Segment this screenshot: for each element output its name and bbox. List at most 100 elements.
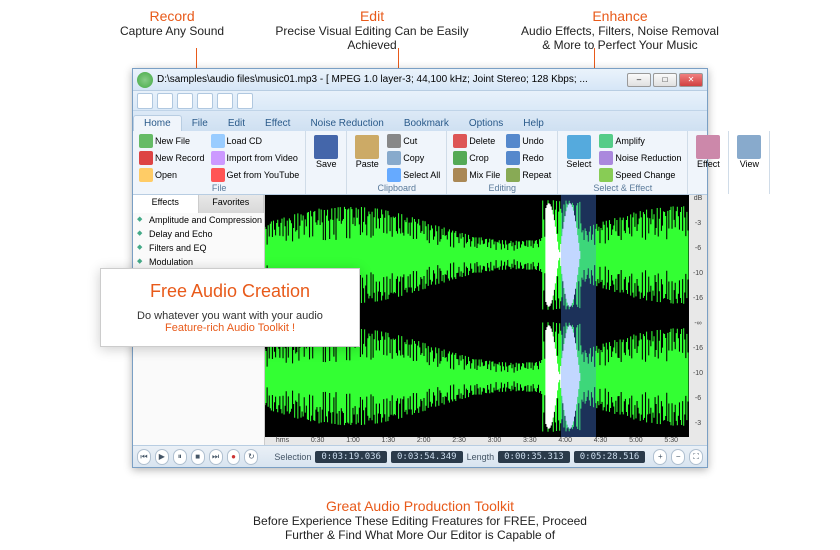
qat-button[interactable] xyxy=(237,93,253,109)
close-button[interactable]: ✕ xyxy=(679,73,703,87)
open-button[interactable]: Open xyxy=(137,167,207,183)
length-a: 0:00:35.313 xyxy=(498,451,570,463)
repeat-button[interactable]: Repeat xyxy=(504,167,553,183)
redo-icon xyxy=(506,151,520,165)
undo-icon xyxy=(506,134,520,148)
transport-play-button[interactable]: ▶ xyxy=(155,449,169,465)
transport-pause-button[interactable]: ⏸ xyxy=(173,449,187,465)
effect-icon xyxy=(696,135,720,159)
speed-icon xyxy=(599,168,613,182)
qat-button[interactable] xyxy=(217,93,233,109)
crop-icon xyxy=(453,151,467,165)
statusbar: ⏮ ▶ ⏸ ■ ⏭ ● ↻ Selection 0:03:19.036 0:03… xyxy=(133,445,707,467)
new-file-button[interactable]: New File xyxy=(137,133,207,149)
copy-button[interactable]: Copy xyxy=(385,150,442,166)
sidebar-item[interactable]: Modulation xyxy=(133,255,264,269)
tab-file[interactable]: File xyxy=(182,116,218,131)
select-button[interactable]: Select xyxy=(562,133,595,183)
ribbon-group-file: New File New Record Open Load CD Import … xyxy=(133,131,306,194)
time-ruler[interactable]: hms0:301:001:302:002:303:003:304:004:305… xyxy=(265,437,689,445)
ribbon-group-clipboard: Paste Cut Copy Select All Clipboard xyxy=(347,131,447,194)
mix-icon xyxy=(453,168,467,182)
window-title: D:\samples\audio files\music01.mp3 - [ M… xyxy=(157,74,627,85)
sidebar-tab-favorites[interactable]: Favorites xyxy=(199,195,265,213)
tab-options[interactable]: Options xyxy=(459,116,513,131)
ribbon-group-effect: Effect xyxy=(688,131,729,194)
tab-effect[interactable]: Effect xyxy=(255,116,300,131)
cut-button[interactable]: Cut xyxy=(385,133,442,149)
save-icon xyxy=(314,135,338,159)
qat-button[interactable] xyxy=(197,93,213,109)
transport-begin-button[interactable]: ⏮ xyxy=(137,449,151,465)
mix-button[interactable]: Mix File xyxy=(451,167,502,183)
transport-stop-button[interactable]: ■ xyxy=(191,449,205,465)
app-icon xyxy=(137,72,153,88)
zoom-in-button[interactable]: + xyxy=(653,449,667,465)
annot-enhance: Enhance Audio Effects, Filters, Noise Re… xyxy=(520,8,720,52)
new-record-button[interactable]: New Record xyxy=(137,150,207,166)
minimize-button[interactable]: – xyxy=(627,73,651,87)
length-label: Length xyxy=(467,452,495,462)
titlebar[interactable]: D:\samples\audio files\music01.mp3 - [ M… xyxy=(133,69,707,91)
window-buttons: – □ ✕ xyxy=(627,73,703,87)
tab-noise-reduction[interactable]: Noise Reduction xyxy=(300,116,393,131)
zoom-fit-button[interactable]: ⛶ xyxy=(689,449,703,465)
load-cd-button[interactable]: Load CD xyxy=(209,133,302,149)
zoom-out-button[interactable]: − xyxy=(671,449,685,465)
delete-icon xyxy=(453,134,467,148)
tab-edit[interactable]: Edit xyxy=(218,116,255,131)
length-b: 0:05:28.516 xyxy=(574,451,646,463)
transport-end-button[interactable]: ⏭ xyxy=(209,449,223,465)
sidebar-item[interactable]: Amplitude and Compression xyxy=(133,213,264,227)
cd-icon xyxy=(211,134,225,148)
select-icon xyxy=(567,135,591,159)
sidebar-tabs: Effects Favorites xyxy=(133,195,264,213)
delete-button[interactable]: Delete xyxy=(451,133,502,149)
open-icon xyxy=(139,168,153,182)
ribbon-group-select-effect: Select Amplify Noise Reduction Speed Cha… xyxy=(558,131,688,194)
promo-line1: Do whatever you want with your audio xyxy=(117,310,343,322)
annot-record: Record Capture Any Sound xyxy=(120,8,224,52)
maximize-button[interactable]: □ xyxy=(653,73,677,87)
db-scale: dB-3-6-10-16-∞-16-10-6-3 xyxy=(689,195,707,445)
annotation-row: Record Capture Any Sound Edit Precise Vi… xyxy=(120,8,720,52)
amplify-button[interactable]: Amplify xyxy=(597,133,683,149)
tab-bookmark[interactable]: Bookmark xyxy=(394,116,459,131)
select-all-button[interactable]: Select All xyxy=(385,167,442,183)
selection-label: Selection xyxy=(274,452,311,462)
speed-change-button[interactable]: Speed Change xyxy=(597,167,683,183)
qat-button[interactable] xyxy=(137,93,153,109)
ribbon-group-editing: Delete Crop Mix File Undo Redo Repeat Ed… xyxy=(447,131,558,194)
youtube-button[interactable]: Get from YouTube xyxy=(209,167,302,183)
qat-button[interactable] xyxy=(157,93,173,109)
tab-help[interactable]: Help xyxy=(513,116,554,131)
import-video-button[interactable]: Import from Video xyxy=(209,150,302,166)
promo-line2: Feature-rich Audio Toolkit ! xyxy=(117,322,343,334)
tab-home[interactable]: Home xyxy=(133,115,182,131)
selection-start: 0:03:19.036 xyxy=(315,451,387,463)
sidebar-item[interactable]: Delay and Echo xyxy=(133,227,264,241)
youtube-icon xyxy=(211,168,225,182)
promo-title: Free Audio Creation xyxy=(117,281,343,302)
transport-loop-button[interactable]: ↻ xyxy=(244,449,258,465)
save-button[interactable]: Save xyxy=(310,133,342,183)
ribbon-tabs: Home File Edit Effect Noise Reduction Bo… xyxy=(133,111,707,131)
ribbon: New File New Record Open Load CD Import … xyxy=(133,131,707,195)
ribbon-group-view: View xyxy=(729,131,770,194)
qat-button[interactable] xyxy=(177,93,193,109)
transport-record-button[interactable]: ● xyxy=(227,449,241,465)
crop-button[interactable]: Crop xyxy=(451,150,502,166)
paste-button[interactable]: Paste xyxy=(351,133,383,183)
sidebar-item[interactable]: Filters and EQ xyxy=(133,241,264,255)
effect-button[interactable]: Effect xyxy=(692,133,724,183)
paste-icon xyxy=(355,135,379,159)
view-icon xyxy=(737,135,761,159)
noise-reduction-button[interactable]: Noise Reduction xyxy=(597,150,683,166)
view-button[interactable]: View xyxy=(733,133,765,183)
undo-button[interactable]: Undo xyxy=(504,133,553,149)
video-icon xyxy=(211,151,225,165)
ribbon-group-save: Save xyxy=(306,131,347,194)
redo-button[interactable]: Redo xyxy=(504,150,553,166)
sidebar-tab-effects[interactable]: Effects xyxy=(133,195,199,213)
annot-bottom: Great Audio Production Toolkit Before Ex… xyxy=(0,498,840,542)
